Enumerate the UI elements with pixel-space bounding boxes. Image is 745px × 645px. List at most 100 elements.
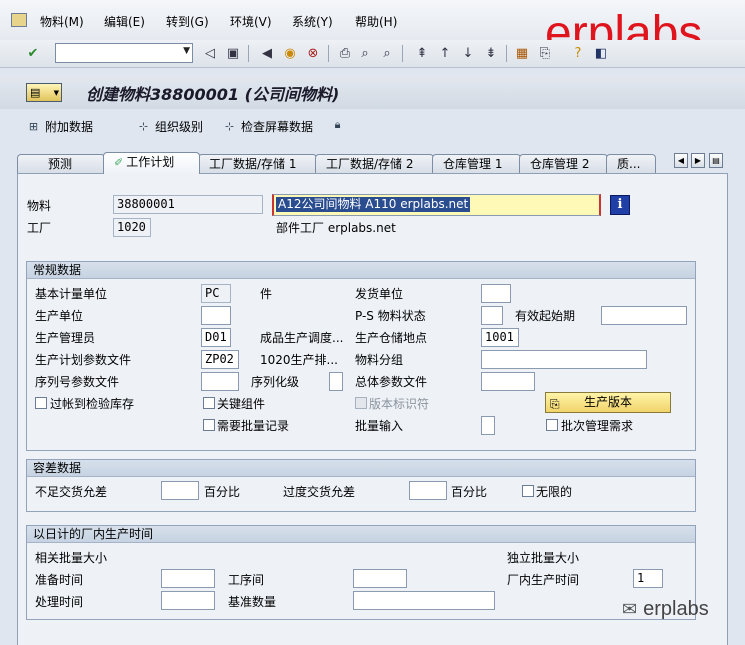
- valid-from-field[interactable]: [601, 306, 687, 325]
- save-icon[interactable]: ▣: [224, 44, 242, 62]
- create-session-icon[interactable]: ▦: [513, 44, 531, 62]
- command-input[interactable]: [56, 44, 176, 62]
- critical-part-checkbox[interactable]: [203, 397, 215, 409]
- menu-bar: 物料(M) 编辑(E) 转到(G) 环境(V) 系统(Y) 帮助(H) erpl…: [0, 0, 745, 60]
- back-arrow-icon[interactable]: ◁: [201, 44, 219, 62]
- tab-work-scheduling[interactable]: ✐ 工作计划: [103, 152, 200, 174]
- menu-material[interactable]: 物料(M): [40, 14, 84, 30]
- batch-record-checkbox[interactable]: [203, 419, 215, 431]
- find-icon[interactable]: ⌕: [356, 44, 374, 62]
- tab-checked-icon: ✐: [114, 156, 124, 169]
- org-levels-button[interactable]: ⊹ 组织级别: [136, 118, 203, 135]
- interoperation-field[interactable]: [353, 569, 407, 588]
- serial-profile-field[interactable]: [201, 372, 239, 391]
- menu-help[interactable]: 帮助(H): [355, 14, 397, 30]
- material-group-label: 物料分组: [355, 353, 404, 367]
- tab-scroll-left-icon[interactable]: ◀: [674, 153, 688, 168]
- overdelivery-tolerance-field[interactable]: [409, 481, 447, 500]
- material-group-field[interactable]: [481, 350, 647, 369]
- tab-label: 工厂数据/存储 2: [326, 157, 414, 171]
- critical-part-label: 关键组件: [217, 397, 266, 411]
- additional-data-icon: ⊞: [28, 119, 39, 133]
- batch-entry-field[interactable]: [481, 416, 495, 435]
- underdelivery-tolerance-field[interactable]: [161, 481, 199, 500]
- menu-edit[interactable]: 编辑(E): [104, 14, 145, 30]
- enter-icon[interactable]: ✔: [24, 44, 42, 62]
- check-screen-label: 检查屏幕数据: [241, 120, 314, 134]
- shortcut-icon[interactable]: ⎘: [536, 44, 554, 62]
- next-page-icon[interactable]: ↓: [459, 44, 477, 62]
- chevron-down-icon[interactable]: ▼: [183, 46, 190, 56]
- tab-label: 仓库管理 2: [530, 157, 590, 171]
- unlimited-checkbox[interactable]: [522, 485, 534, 497]
- unlimited-label: 无限的: [536, 485, 573, 499]
- tab-warehouse-2[interactable]: 仓库管理 2: [519, 154, 608, 174]
- additional-data-button[interactable]: ⊞ 附加数据: [26, 118, 93, 135]
- ps-status-label: P-S 物料状态: [355, 309, 426, 323]
- last-page-icon[interactable]: ⇟: [482, 44, 500, 62]
- base-quantity-field[interactable]: [353, 591, 495, 610]
- serialization-field[interactable]: [329, 372, 343, 391]
- ps-status-field[interactable]: [481, 306, 503, 325]
- first-page-icon[interactable]: ⇞: [413, 44, 431, 62]
- back-icon[interactable]: ◀: [258, 44, 276, 62]
- valid-from-label: 有效起始期: [515, 309, 576, 323]
- exit-icon[interactable]: ◉: [281, 44, 299, 62]
- menu-goto[interactable]: 转到(G): [166, 14, 209, 30]
- lock-button[interactable]: 🔒︎: [330, 118, 345, 132]
- batch-management-label: 批次管理需求: [561, 419, 634, 433]
- material-description-field[interactable]: A12公司间物料 A110 erplabs.net: [272, 194, 601, 216]
- prod-unit-field[interactable]: [201, 306, 231, 325]
- find-next-icon[interactable]: ⌕: [378, 44, 396, 62]
- menu-system[interactable]: 系统(Y): [292, 14, 333, 30]
- tab-list-icon[interactable]: ▤: [709, 153, 723, 168]
- prod-profile-field[interactable]: ZP02: [201, 350, 239, 369]
- inhouse-time-field[interactable]: 1: [633, 569, 663, 588]
- object-menu-icon[interactable]: ▤ ▼: [26, 83, 62, 102]
- print-icon[interactable]: ⎙: [336, 44, 354, 62]
- plant-description: 部件工厂 erplabs.net: [276, 221, 396, 235]
- batch-record-label: 需要批量记录: [217, 419, 290, 433]
- prod-unit-label: 生产单位: [35, 309, 84, 323]
- overdelivery-unit: 百分比: [451, 485, 488, 499]
- menu-environment[interactable]: 环境(V): [230, 14, 272, 30]
- command-field[interactable]: ▼: [55, 43, 193, 63]
- window-menu-icon[interactable]: [11, 13, 27, 27]
- info-icon[interactable]: i: [610, 195, 630, 215]
- tab-warehouse-1[interactable]: 仓库管理 1: [432, 154, 521, 174]
- help-icon[interactable]: ?: [569, 44, 587, 62]
- revision-level-checkbox: [355, 397, 367, 409]
- prod-supervisor-field[interactable]: D01: [201, 328, 231, 347]
- tab-scroll-right-icon[interactable]: ▶: [691, 153, 705, 168]
- overall-profile-label: 总体参数文件: [355, 375, 428, 389]
- overdelivery-tolerance-label: 过度交货允差: [283, 485, 356, 499]
- tab-plant-storage-1[interactable]: 工厂数据/存储 1: [198, 154, 317, 174]
- org-levels-label: 组织级别: [155, 120, 204, 134]
- batch-management-checkbox[interactable]: [546, 419, 558, 431]
- system-toolbar: ✔ ▼ ◁ ▣ ◀ ◉ ⊗ ⎙ ⌕ ⌕ ⇞ ↑ ↓ ⇟ ▦ ⎘ ? ◧: [0, 40, 745, 68]
- check-screen-data-button[interactable]: ⊹ 检查屏幕数据: [222, 118, 313, 135]
- prod-storage-field[interactable]: 1001: [481, 328, 519, 347]
- production-version-button[interactable]: ⎘ 生产版本: [545, 392, 671, 413]
- tab-forecasting[interactable]: 预测: [17, 154, 105, 174]
- previous-page-icon[interactable]: ↑: [436, 44, 454, 62]
- processing-time-field[interactable]: [161, 591, 215, 610]
- issue-unit-label: 发货单位: [355, 287, 404, 301]
- base-uom-text: 件: [260, 287, 273, 301]
- serial-profile-label: 序列号参数文件: [35, 375, 120, 389]
- base-quantity-label: 基准数量: [228, 595, 277, 609]
- material-label: 物料: [27, 199, 52, 213]
- tab-plant-storage-2[interactable]: 工厂数据/存储 2: [315, 154, 434, 174]
- overall-profile-field[interactable]: [481, 372, 535, 391]
- post-to-inspection-checkbox[interactable]: [35, 397, 47, 409]
- serialization-label: 序列化级: [251, 375, 300, 389]
- issue-unit-field[interactable]: [481, 284, 511, 303]
- layout-menu-icon[interactable]: ◧: [592, 44, 610, 62]
- tab-quality[interactable]: 质...: [606, 154, 656, 174]
- cancel-icon[interactable]: ⊗: [304, 44, 322, 62]
- setup-time-field[interactable]: [161, 569, 215, 588]
- toolbar-divider: [506, 45, 507, 62]
- sap-window: 物料(M) 编辑(E) 转到(G) 环境(V) 系统(Y) 帮助(H) erpl…: [0, 0, 745, 645]
- base-uom-label: 基本计量单位: [35, 287, 108, 301]
- tab-label: 预测: [48, 157, 73, 171]
